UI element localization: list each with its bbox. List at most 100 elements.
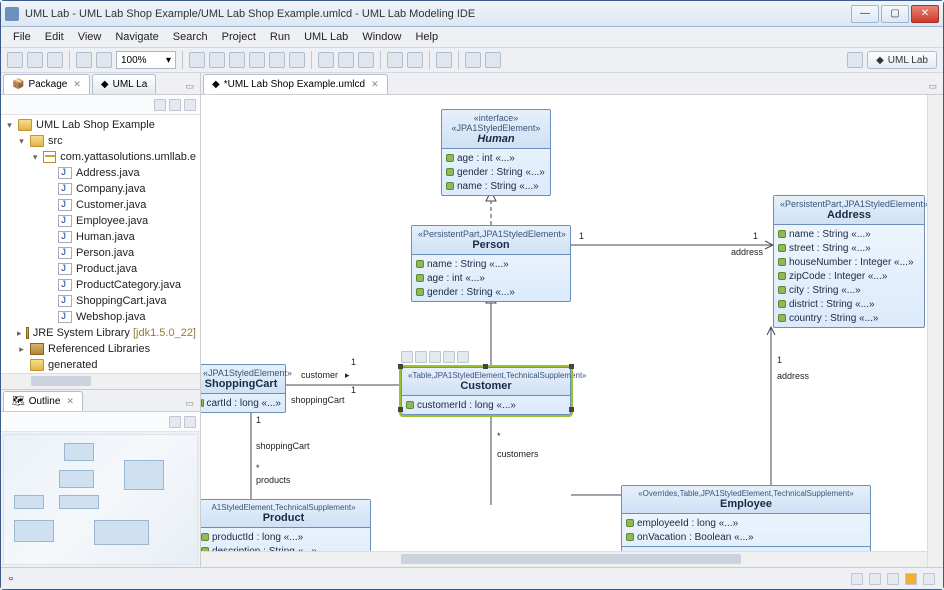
collapse-all-icon[interactable] xyxy=(154,99,166,111)
mult-label: 1 xyxy=(351,385,356,395)
role-label: shoppingCart xyxy=(291,395,345,405)
menu-file[interactable]: File xyxy=(7,29,37,45)
java-file[interactable]: ProductCategory.java xyxy=(76,279,181,291)
editor-maximize-icon[interactable]: ▭ xyxy=(924,79,941,94)
generated-folder[interactable]: generated xyxy=(48,359,98,371)
editor-tab-umlcd[interactable]: ◆ *UML Lab Shop Example.umlcd✕ xyxy=(203,74,388,94)
class-human[interactable]: «interface» «JPA1StyledElement»Human age… xyxy=(441,109,551,196)
menu-edit[interactable]: Edit xyxy=(39,29,70,45)
save-all-icon[interactable] xyxy=(47,52,63,68)
role-label: address xyxy=(731,247,763,257)
java-file[interactable]: ShoppingCart.java xyxy=(76,295,167,307)
ref-libraries[interactable]: Referenced Libraries xyxy=(48,343,150,355)
mult-label: * xyxy=(497,431,501,441)
class-customer[interactable]: «Table,JPA1StyledElement,TechnicalSupple… xyxy=(401,367,571,415)
perspective-umllab[interactable]: ◆ UML Lab xyxy=(867,51,937,69)
role-label: customers xyxy=(497,449,539,459)
zoom-combo[interactable]: 100%▾ xyxy=(116,51,176,69)
status-console-icon[interactable] xyxy=(851,573,863,585)
role-label: products xyxy=(256,475,291,485)
outline-tree-icon[interactable] xyxy=(184,416,196,428)
package-explorer-tree[interactable]: ▾UML Lab Shop Example ▾src ▾com.yattasol… xyxy=(1,115,200,373)
run-icon[interactable] xyxy=(338,52,354,68)
class-address[interactable]: «PersistentPart,JPA1StyledElement»Addres… xyxy=(773,195,925,328)
zoom-in-icon[interactable] xyxy=(76,52,92,68)
project-node[interactable]: UML Lab Shop Example xyxy=(36,119,155,131)
menu-project[interactable]: Project xyxy=(216,29,262,45)
edit-icon[interactable] xyxy=(401,351,413,363)
view-menu-icon[interactable] xyxy=(184,99,196,111)
close-button[interactable]: ✕ xyxy=(911,5,939,23)
tree-scrollbar-h[interactable] xyxy=(1,373,200,389)
menu-search[interactable]: Search xyxy=(167,29,214,45)
mult-label: 1 xyxy=(777,355,782,365)
outline-overview-icon[interactable] xyxy=(169,416,181,428)
align-middle-icon[interactable] xyxy=(269,52,285,68)
java-file[interactable]: Customer.java xyxy=(76,199,146,211)
op-icon[interactable] xyxy=(443,351,455,363)
menu-window[interactable]: Window xyxy=(356,29,407,45)
menu-help[interactable]: Help xyxy=(409,29,444,45)
status-update-icon[interactable] xyxy=(905,573,917,585)
minimize-button[interactable]: — xyxy=(851,5,879,23)
save-icon[interactable] xyxy=(27,52,43,68)
uml-diagram-canvas[interactable]: «interface» «JPA1StyledElement»Human age… xyxy=(201,95,943,567)
title-bar: UML Lab - UML Lab Shop Example/UML Lab S… xyxy=(1,1,943,27)
tab-package-explorer[interactable]: 📦 Package✕ xyxy=(3,74,90,94)
ext-tools-icon[interactable] xyxy=(358,52,374,68)
status-bar: ▫ xyxy=(1,567,943,589)
mult-label: 1 xyxy=(753,231,758,241)
jre-library[interactable]: JRE System Library [jdk1.5.0_22] xyxy=(33,327,196,339)
editor-scrollbar-v[interactable] xyxy=(927,95,943,567)
status-gc-icon[interactable] xyxy=(923,573,935,585)
java-file[interactable]: Company.java xyxy=(76,183,146,195)
align-center-icon[interactable] xyxy=(209,52,225,68)
align-bottom-icon[interactable] xyxy=(289,52,305,68)
role-label: shoppingCart xyxy=(256,441,310,451)
mult-label: 1 xyxy=(351,357,356,367)
open-perspective-icon[interactable] xyxy=(847,52,863,68)
minimize-view-icon[interactable]: ▭ xyxy=(181,79,198,94)
menu-view[interactable]: View xyxy=(72,29,108,45)
tab-outline[interactable]: 🗺 Outline✕ xyxy=(3,391,83,411)
menu-run[interactable]: Run xyxy=(264,29,296,45)
java-file[interactable]: Product.java xyxy=(76,263,137,275)
nav-back-icon[interactable] xyxy=(465,52,481,68)
mult-label: 1 xyxy=(256,415,261,425)
java-file[interactable]: Address.java xyxy=(76,167,140,179)
status-tasks-icon[interactable] xyxy=(887,573,899,585)
java-file[interactable]: Human.java xyxy=(76,231,135,243)
maximize-button[interactable]: ▢ xyxy=(881,5,909,23)
new-package-icon[interactable] xyxy=(407,52,423,68)
package-node[interactable]: com.yattasolutions.umllab.e xyxy=(60,151,196,163)
class-shoppingcart[interactable]: «JPA1StyledElement»ShoppingCart cartId :… xyxy=(201,364,286,413)
tab-uml-lab[interactable]: ◆ UML La xyxy=(92,74,156,94)
align-top-icon[interactable] xyxy=(249,52,265,68)
delete-icon[interactable] xyxy=(415,351,427,363)
window-title: UML Lab - UML Lab Shop Example/UML Lab S… xyxy=(25,8,851,20)
link-editor-icon[interactable] xyxy=(169,99,181,111)
outline-thumbnail[interactable] xyxy=(3,434,198,565)
zoom-out-icon[interactable] xyxy=(96,52,112,68)
menu-umllab[interactable]: UML Lab xyxy=(298,29,354,45)
nav-fwd-icon[interactable] xyxy=(485,52,501,68)
status-problems-icon[interactable] xyxy=(869,573,881,585)
java-file[interactable]: Webshop.java xyxy=(76,311,146,323)
outline-toggle-icon[interactable]: ▭ xyxy=(181,396,198,411)
src-folder[interactable]: src xyxy=(48,135,63,147)
class-person[interactable]: «PersistentPart,JPA1StyledElement»Person… xyxy=(411,225,571,302)
align-right-icon[interactable] xyxy=(229,52,245,68)
more-icon[interactable] xyxy=(457,351,469,363)
java-file[interactable]: Person.java xyxy=(76,247,134,259)
search-icon[interactable] xyxy=(436,52,452,68)
new-icon[interactable] xyxy=(7,52,23,68)
new-class-icon[interactable] xyxy=(387,52,403,68)
selection-toolbar[interactable] xyxy=(401,351,469,363)
attr-icon[interactable] xyxy=(429,351,441,363)
editor-scrollbar-h[interactable] xyxy=(201,551,927,567)
debug-icon[interactable] xyxy=(318,52,334,68)
menu-navigate[interactable]: Navigate xyxy=(109,29,164,45)
java-file[interactable]: Employee.java xyxy=(76,215,148,227)
align-left-icon[interactable] xyxy=(189,52,205,68)
mult-label: * xyxy=(256,463,260,473)
